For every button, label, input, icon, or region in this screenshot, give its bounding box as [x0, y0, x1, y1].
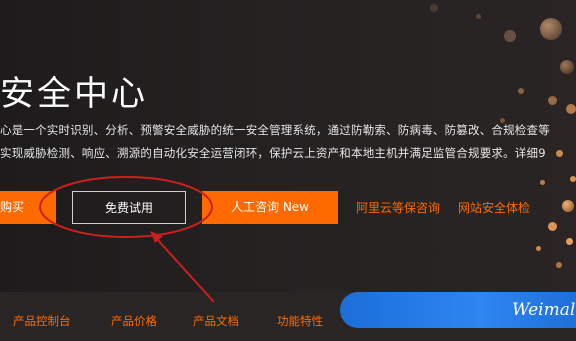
decor-dot [504, 30, 516, 42]
nav-item-console[interactable]: 产品控制台 [13, 313, 71, 329]
decor-dot [540, 18, 562, 40]
mlps-consult-link[interactable]: 阿里云等保咨询 [356, 199, 440, 216]
site-security-check-link[interactable]: 网站安全体检 [458, 199, 530, 216]
hero-description-line-2: 实现威胁检测、响应、溯源的自动化安全运营闭环，保护云上资产和本地主机并满足监管合… [0, 146, 546, 160]
decor-dot [566, 238, 573, 245]
decor-dot [430, 4, 438, 12]
decor-dot [556, 262, 562, 268]
nav-item-pricing[interactable]: 产品价格 [111, 313, 157, 329]
hero-banner: 安全中心 心是一个实时识别、分析、预警安全威胁的统一安全管理系统，通过防勒索、防… [0, 0, 576, 292]
decor-dot [566, 104, 576, 114]
decor-dot [476, 14, 481, 19]
decor-dot [562, 200, 574, 212]
decor-dot [540, 180, 545, 185]
nav-item-docs[interactable]: 产品文档 [193, 313, 239, 329]
nav-item-features[interactable]: 功能特性 [277, 313, 323, 329]
hero-description-line-1: 心是一个实时识别、分析、预警安全威胁的统一安全管理系统，通过防勒索、防病毒、防篡… [0, 123, 550, 137]
decor-dot [518, 88, 524, 94]
decor-dot [548, 96, 557, 105]
decor-dot [536, 246, 541, 251]
page-title: 安全中心 [0, 74, 148, 114]
buy-button[interactable]: 购买 [0, 191, 56, 224]
watermark-text: Weimal [512, 300, 576, 320]
decor-dot [556, 150, 563, 157]
decor-dot [560, 60, 574, 74]
consult-button[interactable]: 人工咨询 New [202, 191, 338, 224]
decor-dot [570, 176, 576, 182]
free-trial-button[interactable]: 免费试用 [72, 191, 186, 224]
decor-dot [548, 222, 557, 231]
